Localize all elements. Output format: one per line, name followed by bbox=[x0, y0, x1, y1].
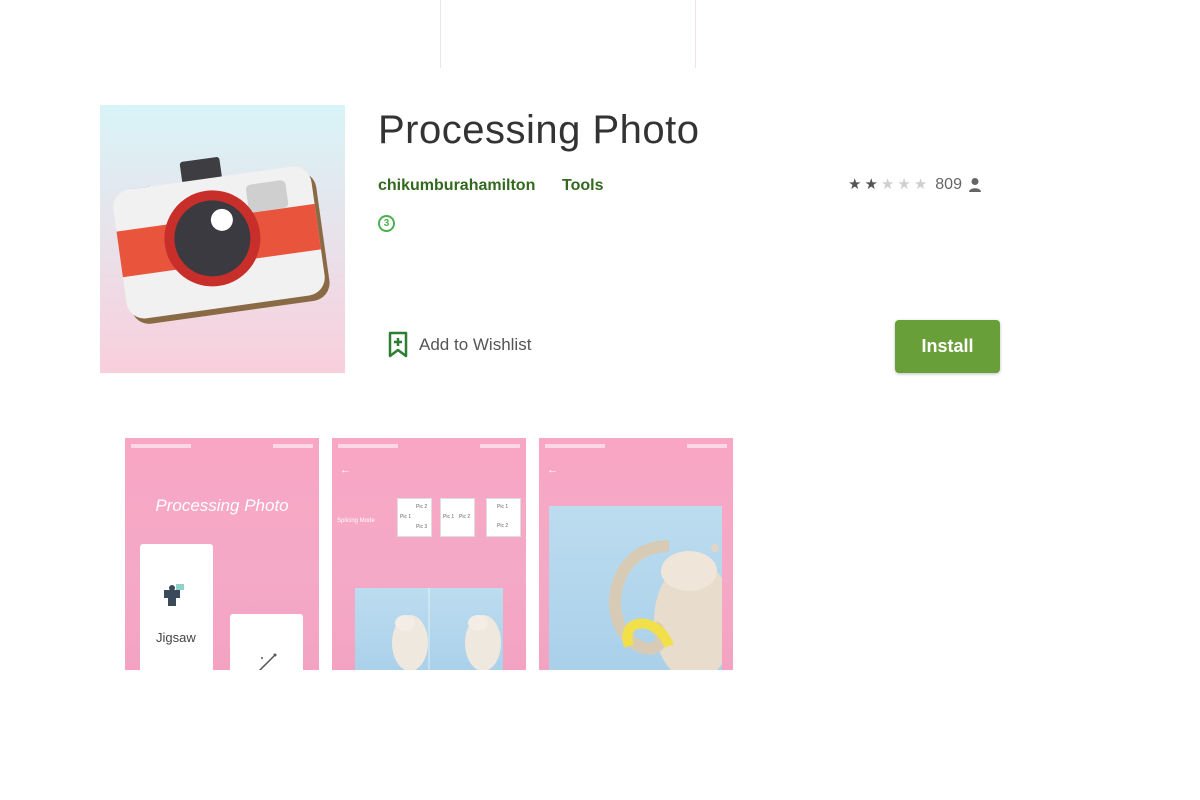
developer-link[interactable]: chikumburahamilton bbox=[378, 177, 535, 195]
star-icon: ★ bbox=[897, 176, 911, 193]
splicing-card bbox=[230, 614, 303, 670]
rating-count: 809 bbox=[935, 176, 962, 193]
goat-photo bbox=[355, 588, 503, 670]
add-to-wishlist-button[interactable]: Add to Wishlist bbox=[387, 331, 531, 359]
layout-option-3: Pic 1 Pic 2 bbox=[486, 498, 521, 537]
jigsaw-label: Jigsaw bbox=[156, 630, 196, 645]
status-bar bbox=[545, 442, 727, 450]
splicing-mode-label: Splicing Mode bbox=[337, 518, 375, 524]
layout-option-2: Pic 1 Pic 2 bbox=[440, 498, 475, 537]
person-icon bbox=[968, 178, 981, 192]
screenshot-1[interactable]: Processing Photo Jigsaw bbox=[125, 438, 319, 670]
status-bar bbox=[338, 442, 520, 450]
jigsaw-card: Jigsaw bbox=[140, 544, 213, 670]
layout-option-1: Pic 1 Pic 2 Pic 3 bbox=[397, 498, 432, 537]
star-icon: ★ bbox=[848, 176, 862, 193]
star-icon: ★ bbox=[913, 176, 928, 193]
back-arrow-icon: ← bbox=[547, 464, 558, 476]
camera-icon bbox=[113, 157, 330, 324]
install-button[interactable]: Install bbox=[895, 320, 1000, 373]
top-divider-left bbox=[440, 0, 441, 68]
category-link[interactable]: Tools bbox=[562, 177, 603, 195]
content-rating-badge: 3 bbox=[378, 215, 395, 232]
app-title: Processing Photo bbox=[378, 108, 700, 152]
screenshot-3[interactable]: ← bbox=[539, 438, 733, 670]
star-icon: ★ bbox=[864, 176, 878, 193]
top-divider-right bbox=[695, 0, 696, 68]
magic-wand-icon bbox=[258, 653, 277, 670]
app-icon bbox=[100, 105, 345, 373]
bookmark-add-icon bbox=[388, 331, 408, 358]
puzzle-icon bbox=[164, 584, 184, 606]
screenshot-title: Processing Photo bbox=[155, 496, 289, 515]
back-arrow-icon: ← bbox=[340, 464, 351, 476]
wishlist-label: Add to Wishlist bbox=[419, 335, 532, 354]
star-icon: ★ bbox=[880, 176, 895, 193]
status-bar bbox=[131, 442, 313, 450]
swirl-image-icon bbox=[609, 540, 722, 670]
goat-image-icon bbox=[392, 588, 501, 670]
rating-summary[interactable]: ★ ★ ★ ★ ★ 809 bbox=[848, 176, 982, 194]
swirled-goat-photo bbox=[549, 506, 722, 670]
screenshot-2[interactable]: ← Splicing Mode Pic 1 Pic 2 Pic 3 Pic 1 … bbox=[332, 438, 526, 670]
